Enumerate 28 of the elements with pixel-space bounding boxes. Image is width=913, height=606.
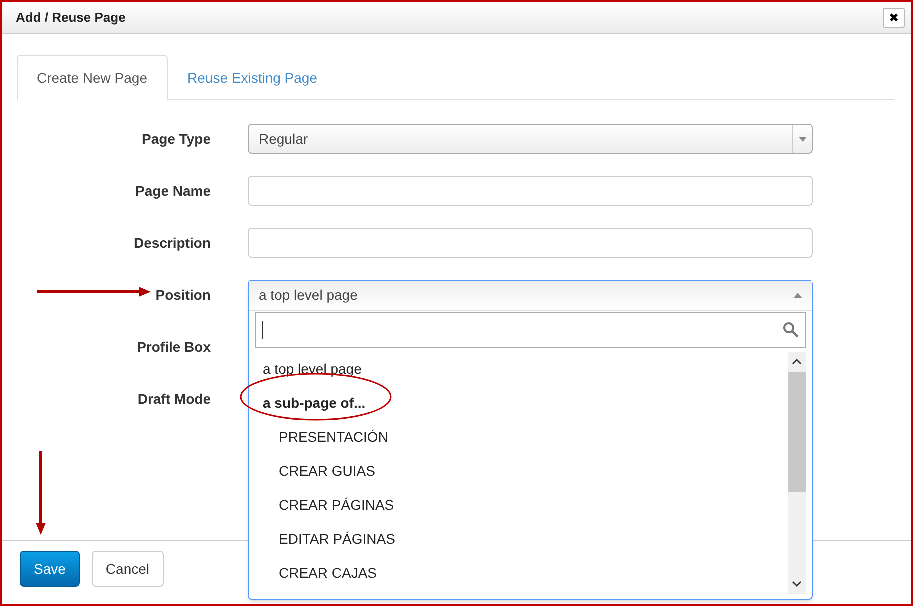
save-button[interactable]: Save: [20, 551, 80, 587]
text-cursor: [262, 321, 263, 339]
tab[interactable]: Reuse Existing Page: [168, 55, 338, 101]
dropdown-option[interactable]: PRESENTACIÓN: [263, 420, 788, 454]
field-label: Draft Mode: [138, 390, 211, 408]
text-input[interactable]: [248, 176, 813, 206]
dropdown-option[interactable]: CREAR CAJAS: [263, 556, 788, 590]
scrollbar[interactable]: [788, 352, 806, 594]
tab[interactable]: Create New Page: [17, 55, 168, 101]
field-label: Position: [156, 286, 211, 304]
caret-icon: [794, 293, 802, 298]
dropdown-option[interactable]: CREAR GUIAS: [263, 454, 788, 488]
field-label: Page Type: [142, 130, 211, 149]
position-select[interactable]: a top level page: [249, 281, 812, 311]
search-icon: [783, 322, 799, 338]
caret-icon: [798, 136, 806, 142]
text-input[interactable]: [248, 228, 813, 258]
field-label: Description: [134, 234, 211, 253]
close-button[interactable]: ✖: [883, 8, 905, 28]
page-type-select[interactable]: Regular: [248, 124, 813, 154]
dropdown-option[interactable]: EDITAR PÁGINAS: [263, 522, 788, 556]
field-label: Page Name: [136, 182, 211, 201]
dropdown-option[interactable]: CREAR PÁGINAS: [263, 488, 788, 522]
option-group-label: a sub-page of...: [263, 394, 366, 413]
dialog-title: Add / Reuse Page: [16, 8, 126, 27]
cancel-button[interactable]: Cancel: [92, 551, 164, 587]
search-field[interactable]: [255, 312, 806, 348]
field-label: Profile Box: [137, 338, 211, 356]
